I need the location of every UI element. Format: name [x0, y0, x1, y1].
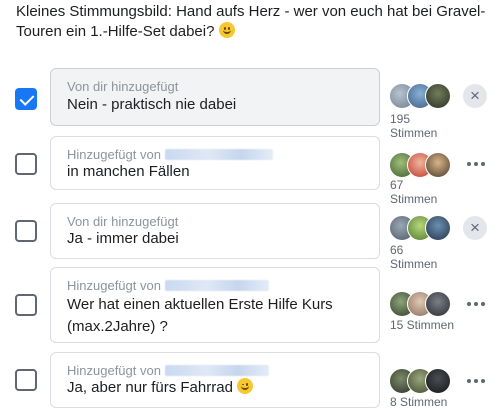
blurred-username [164, 365, 269, 376]
option-card[interactable]: Von dir hinzugefügt Ja - immer dabei [50, 203, 380, 259]
blurred-username [164, 280, 269, 291]
vote-count[interactable]: 66 Stimmen [390, 243, 437, 271]
option-checkbox[interactable] [15, 294, 37, 316]
avatar [425, 215, 451, 241]
vote-count[interactable]: 67 Stimmen [390, 178, 437, 206]
more-dots-icon[interactable] [464, 376, 488, 386]
avatar [425, 152, 451, 178]
avatar [425, 291, 451, 317]
vote-count[interactable]: 8 Stimmen [390, 395, 447, 409]
option-checkbox[interactable] [15, 153, 37, 175]
option-card[interactable]: Hinzugefügt von Wer hat einen aktuellen … [50, 267, 380, 343]
voter-avatars[interactable] [389, 83, 455, 109]
added-by-label: Hinzugefügt von [67, 363, 269, 378]
more-dots-icon[interactable] [464, 159, 488, 169]
vote-count[interactable]: 15 Stimmen [390, 318, 454, 332]
option-answer: Ja, aber nur fürs Fahrrad [67, 377, 254, 399]
added-by-label: Von dir hinzugefügt [67, 214, 179, 229]
option-card[interactable]: Hinzugefügt von Ja, aber nur fürs Fahrra… [50, 352, 380, 408]
avatar [425, 83, 451, 109]
option-checkbox[interactable] [15, 88, 37, 110]
added-by-label: Hinzugefügt von [67, 147, 273, 162]
blurred-username [164, 149, 273, 160]
option-checkbox[interactable] [15, 369, 37, 391]
option-checkbox[interactable] [15, 220, 37, 242]
option-answer: Wer hat einen aktuellen Erste Hilfe Kurs… [67, 296, 333, 335]
poll-question: Kleines Stimmungsbild: Hand aufs Herz - … [16, 2, 491, 42]
option-answer: in manchen Fällen [67, 163, 190, 180]
option-card[interactable]: Hinzugefügt von in manchen Fällen [50, 136, 380, 190]
more-dots-icon[interactable] [464, 299, 488, 309]
avatar [425, 368, 451, 394]
added-by-label: Hinzugefügt von [67, 278, 269, 293]
voter-avatars[interactable] [389, 291, 455, 317]
voter-avatars[interactable] [389, 215, 455, 241]
option-answer: Ja - immer dabei [67, 230, 179, 247]
added-by-label: Von dir hinzugefügt [67, 79, 179, 94]
smiley-emoji-icon [218, 22, 235, 38]
wink-emoji-icon [237, 378, 254, 394]
close-icon[interactable]: × [463, 84, 487, 108]
voter-avatars[interactable] [389, 152, 455, 178]
close-icon[interactable]: × [463, 216, 487, 240]
poll-question-text: Kleines Stimmungsbild: Hand aufs Herz - … [16, 3, 486, 40]
option-card[interactable]: Von dir hinzugefügt Nein - praktisch nie… [50, 68, 380, 126]
option-answer: Nein - praktisch nie dabei [67, 96, 237, 113]
voter-avatars[interactable] [389, 368, 455, 394]
vote-count[interactable]: 195 Stimmen [390, 112, 437, 140]
